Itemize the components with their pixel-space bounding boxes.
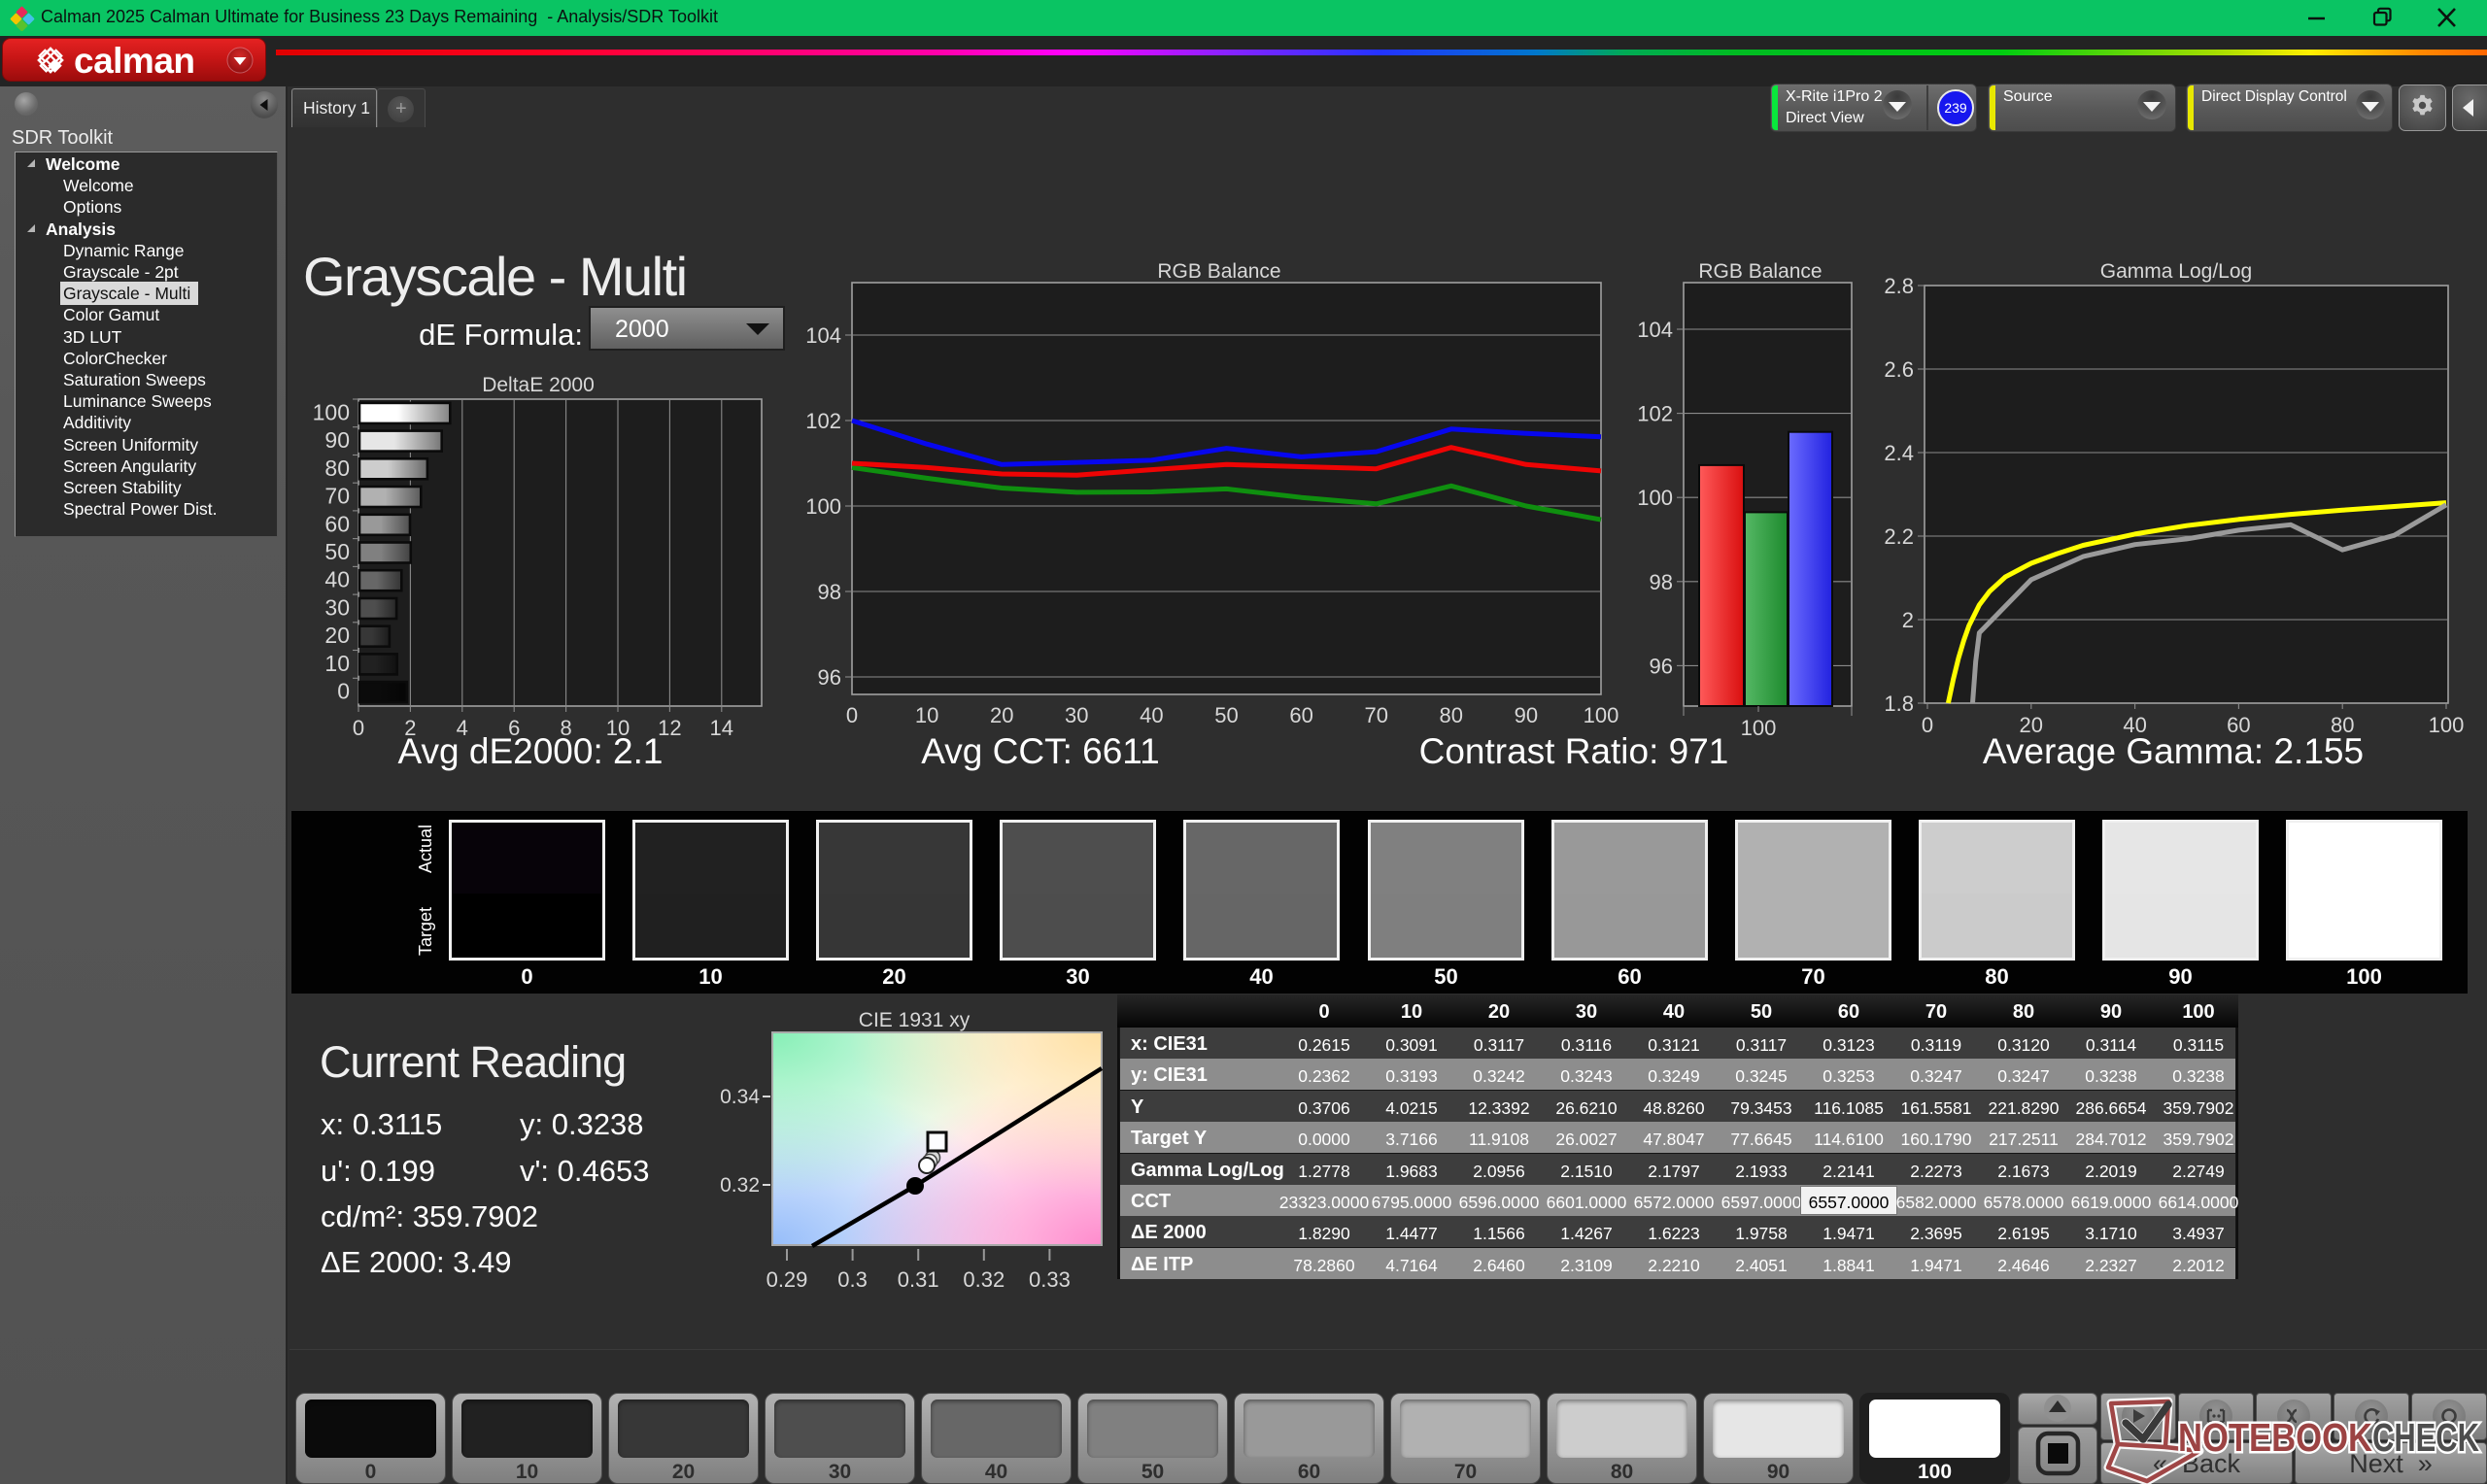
svg-text:0.31: 0.31 bbox=[898, 1267, 939, 1292]
svg-text:0.33: 0.33 bbox=[1029, 1267, 1071, 1292]
svg-text:0.34: 0.34 bbox=[720, 1086, 760, 1108]
svg-text:CIE 1931 xy: CIE 1931 xy bbox=[859, 1009, 971, 1031]
svg-text:CHECK: CHECK bbox=[2372, 1415, 2479, 1460]
svg-text:0.32: 0.32 bbox=[963, 1267, 1005, 1292]
svg-text:0.3: 0.3 bbox=[837, 1267, 868, 1292]
svg-text:0.29: 0.29 bbox=[767, 1267, 808, 1292]
svg-text:NOTEBOOK: NOTEBOOK bbox=[2178, 1415, 2372, 1460]
svg-text:0.32: 0.32 bbox=[720, 1174, 760, 1197]
